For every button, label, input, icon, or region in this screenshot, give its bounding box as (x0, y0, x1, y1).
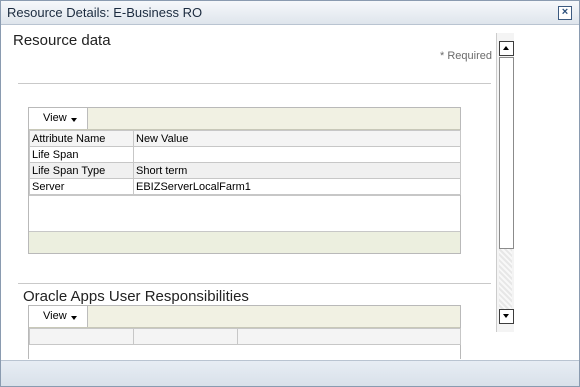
new-value-cell[interactable]: EBIZServerLocalFarm1 (133, 178, 461, 195)
close-icon[interactable]: × (558, 6, 572, 20)
scroll-track[interactable] (499, 249, 512, 318)
dialog-titlebar[interactable]: Resource Details: E-Business RO × (1, 1, 579, 25)
required-legend: * Required (440, 50, 492, 62)
view-menu-button[interactable]: View (29, 108, 88, 129)
column-header-new-value[interactable]: New Value (133, 130, 461, 147)
table-footer (29, 231, 460, 253)
section-divider (18, 83, 491, 84)
new-value-cell[interactable]: Short term (133, 162, 461, 179)
attribute-name-cell: Server (29, 178, 134, 195)
dialog-title: Resource Details: E-Business RO (7, 5, 203, 20)
resource-table-toolbar: View (29, 108, 460, 130)
responsibilities-heading: Oracle Apps User Responsibilities (23, 288, 249, 305)
dialog-content: Resource data * Required View Attribute … (4, 25, 516, 359)
view-menu-button[interactable]: View (29, 306, 88, 327)
attribute-table: Attribute Name New Value Life Span Life … (29, 130, 461, 195)
resource-data-heading: Resource data (13, 32, 111, 49)
table-header-row: Attribute Name New Value (29, 130, 461, 147)
dialog-bottom-bar (1, 360, 579, 386)
responsibilities-table: View (28, 305, 461, 359)
table-row[interactable]: Server EBIZServerLocalFarm1 (29, 178, 461, 195)
chevron-down-icon (71, 118, 77, 122)
resource-details-dialog: Resource Details: E-Business RO × Resour… (0, 0, 580, 387)
column-header-attribute-name[interactable]: Attribute Name (29, 130, 134, 147)
table-row[interactable]: Life Span (29, 146, 461, 163)
new-value-cell[interactable] (133, 146, 461, 163)
scroll-thumb[interactable] (499, 57, 514, 249)
responsibilities-toolbar: View (29, 306, 460, 328)
scroll-down-icon[interactable] (499, 309, 514, 324)
view-menu-label: View (43, 310, 67, 322)
attribute-name-cell: Life Span Type (29, 162, 134, 179)
responsibilities-grid (29, 328, 461, 345)
resource-data-table: View Attribute Name New Value Life Span … (28, 107, 461, 254)
vertical-scrollbar[interactable] (496, 33, 514, 332)
view-menu-label: View (43, 112, 67, 124)
attribute-name-cell: Life Span (29, 146, 134, 163)
table-empty-area (29, 195, 460, 231)
section-divider (18, 283, 491, 284)
scroll-up-icon[interactable] (499, 41, 514, 56)
chevron-down-icon (71, 316, 77, 320)
table-header-row (29, 328, 461, 345)
table-row[interactable]: Life Span Type Short term (29, 162, 461, 179)
